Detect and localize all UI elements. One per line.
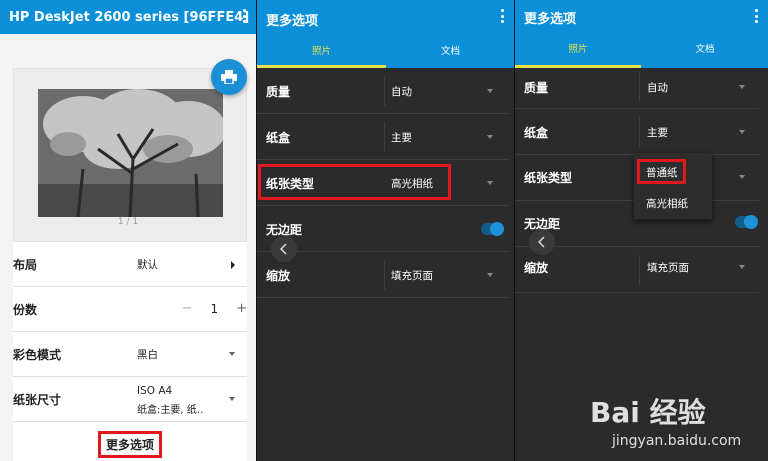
screen-title: 更多选项 bbox=[266, 14, 319, 29]
tray-value: 主要 bbox=[391, 132, 412, 144]
paper-size-subtext: 纸盒:主要, 纸‥ bbox=[137, 405, 204, 416]
overflow-menu-icon[interactable] bbox=[243, 9, 247, 23]
settings-list: 布局 默认 份数 − 1 + 彩色模式 黑白 纸张尺寸 ISO A4 纸盒:主要… bbox=[13, 242, 247, 461]
color-mode-row[interactable]: 彩色模式 黑白 bbox=[13, 332, 247, 377]
quality-row[interactable]: 质量 自动 bbox=[257, 68, 509, 114]
page-count: 1 / 1 bbox=[117, 217, 139, 227]
copies-stepper[interactable]: − 1 + bbox=[182, 301, 247, 316]
chevron-down-icon bbox=[229, 352, 235, 356]
paper-size-value: ISO A4 bbox=[137, 385, 173, 397]
chevron-down-icon bbox=[739, 265, 745, 269]
tab-photo[interactable]: 照片 bbox=[257, 43, 386, 57]
tab-document[interactable]: 文档 bbox=[386, 43, 514, 57]
printer-icon bbox=[221, 70, 237, 84]
highlight-box bbox=[258, 164, 451, 200]
paper-type-label: 纸张类型 bbox=[524, 171, 573, 185]
tray-value: 主要 bbox=[647, 127, 668, 139]
divider bbox=[384, 122, 385, 152]
plus-icon[interactable]: + bbox=[236, 301, 247, 316]
quality-value: 自动 bbox=[647, 82, 668, 94]
watermark-logo: Bai 经验 bbox=[590, 396, 706, 429]
option-glossy-photo-paper[interactable]: 高光相纸 bbox=[646, 196, 688, 211]
app-header: HP DeskJet 2600 series [96FFE4] bbox=[0, 0, 256, 34]
quality-value: 自动 bbox=[391, 86, 412, 98]
paper-size-row[interactable]: 纸张尺寸 ISO A4 纸盒:主要, 纸‥ bbox=[13, 377, 247, 422]
tray-label: 纸盒 bbox=[266, 131, 291, 145]
chevron-down-icon bbox=[739, 175, 745, 179]
layout-value: 默认 bbox=[137, 258, 158, 271]
divider bbox=[384, 260, 385, 290]
scale-value: 填充页面 bbox=[647, 262, 689, 274]
app-header: 更多选项 照片 文档 bbox=[257, 0, 514, 68]
layout-label: 布局 bbox=[13, 257, 38, 272]
tab-document[interactable]: 文档 bbox=[641, 41, 768, 55]
more-options-panel-photo: 更多选项 照片 文档 质量 自动 纸盒 主要 纸张类型 高光相纸 无边距 缩放 … bbox=[256, 0, 514, 461]
layout-row[interactable]: 布局 默认 bbox=[13, 242, 247, 287]
chevron-down-icon bbox=[739, 130, 745, 134]
chevron-down-icon bbox=[739, 85, 745, 89]
borderless-toggle[interactable] bbox=[735, 215, 758, 229]
divider bbox=[639, 71, 640, 101]
tray-label: 纸盒 bbox=[524, 126, 549, 140]
scale-label: 缩放 bbox=[266, 269, 291, 283]
scale-row[interactable]: 缩放 填充页面 bbox=[257, 252, 509, 298]
tray-row[interactable]: 纸盒 主要 bbox=[515, 109, 759, 155]
photo-preview bbox=[38, 89, 223, 217]
scale-row[interactable]: 缩放 填充页面 bbox=[515, 247, 759, 293]
screen-title: 更多选项 bbox=[524, 12, 577, 27]
color-mode-label: 彩色模式 bbox=[13, 347, 62, 362]
divider bbox=[639, 117, 640, 147]
tray-row[interactable]: 纸盒 主要 bbox=[257, 114, 509, 160]
divider bbox=[384, 76, 385, 106]
quality-label: 质量 bbox=[266, 85, 291, 99]
color-mode-value: 黑白 bbox=[137, 348, 158, 361]
chevron-down-icon bbox=[487, 135, 493, 139]
overflow-menu-icon[interactable] bbox=[755, 9, 759, 23]
scale-label: 缩放 bbox=[524, 261, 549, 275]
chevron-down-icon bbox=[487, 89, 493, 93]
chevron-down-icon bbox=[229, 397, 235, 401]
copies-value: 1 bbox=[210, 301, 219, 316]
overflow-menu-icon[interactable] bbox=[501, 9, 505, 23]
print-fab-button[interactable] bbox=[211, 59, 247, 95]
printer-title: HP DeskJet 2600 series [96FFE4] bbox=[9, 9, 250, 25]
tab-photo[interactable]: 照片 bbox=[515, 41, 641, 55]
minus-icon[interactable]: − bbox=[182, 301, 193, 316]
copies-row: 份数 − 1 + bbox=[13, 287, 247, 332]
more-options-button[interactable]: 更多选项 bbox=[98, 431, 162, 458]
highlight-box bbox=[637, 159, 686, 184]
quality-label: 质量 bbox=[524, 81, 549, 95]
watermark-url: jingyan.baidu.com bbox=[612, 433, 742, 449]
print-settings-panel: HP DeskJet 2600 series [96FFE4] 1 / 1 布局… bbox=[0, 0, 256, 461]
app-header: 更多选项 照片 文档 bbox=[515, 0, 768, 68]
copies-label: 份数 bbox=[13, 302, 38, 317]
chevron-down-icon bbox=[487, 273, 493, 277]
quality-row[interactable]: 质量 自动 bbox=[515, 63, 759, 109]
paper-size-label: 纸张尺寸 bbox=[13, 392, 62, 407]
chevron-right-icon bbox=[231, 261, 235, 269]
borderless-toggle[interactable] bbox=[481, 222, 504, 236]
divider bbox=[639, 255, 640, 285]
scale-value: 填充页面 bbox=[391, 270, 433, 282]
watermark: Bai 经验 jingyan.baidu.com bbox=[590, 385, 760, 455]
chevron-down-icon bbox=[487, 181, 493, 185]
